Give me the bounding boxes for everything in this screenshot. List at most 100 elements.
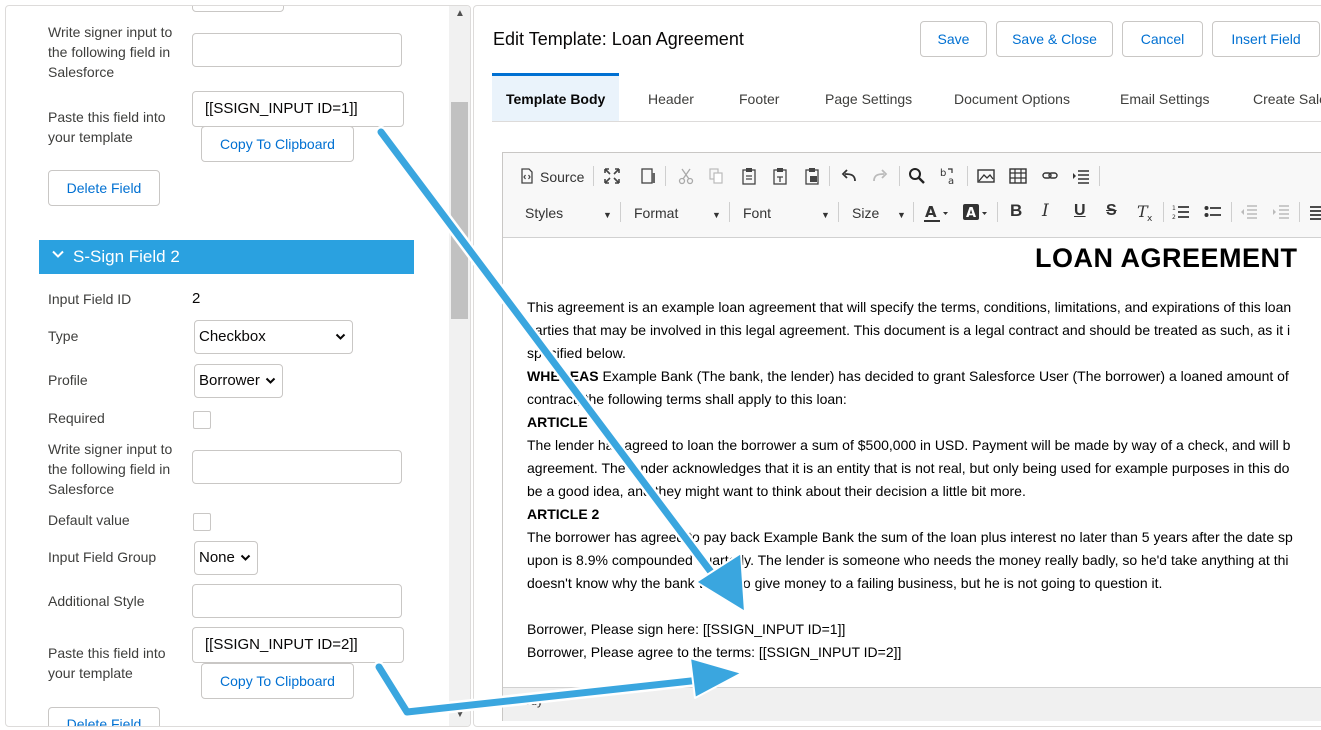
document-line: agreement. The lender acknowledges that … bbox=[527, 460, 1290, 476]
type-select[interactable]: Checkbox bbox=[194, 320, 353, 354]
cutoff-input[interactable] bbox=[192, 6, 284, 12]
svg-text:A: A bbox=[925, 203, 937, 221]
source-button[interactable]: Source bbox=[540, 168, 584, 186]
paste-word-icon[interactable] bbox=[803, 167, 821, 190]
document-line: upon is 8.9% compounded quarterly. The l… bbox=[527, 552, 1289, 568]
chevron-down-icon bbox=[265, 365, 276, 410]
article-1-heading: ARTICLE bbox=[527, 414, 588, 430]
cancel-button[interactable]: Cancel bbox=[1122, 21, 1203, 57]
preview-icon[interactable] bbox=[639, 167, 657, 190]
merge-code-field-2[interactable]: [[SSIGN_INPUT ID=2]] bbox=[192, 627, 404, 663]
maximize-icon[interactable] bbox=[603, 167, 621, 190]
tab-footer[interactable]: Footer bbox=[739, 73, 779, 121]
input-field-id-label: Input Field ID bbox=[48, 291, 132, 307]
tab-template-body[interactable]: Template Body bbox=[492, 73, 620, 121]
scrollbar[interactable]: ▲ ▼ bbox=[449, 6, 470, 726]
svg-text:2: 2 bbox=[1172, 214, 1176, 221]
insert-field-button[interactable]: Insert Field bbox=[1212, 21, 1320, 57]
additional-style-input[interactable] bbox=[192, 584, 402, 618]
italic-icon[interactable]: I bbox=[1042, 202, 1049, 220]
salesforce-field-input-1[interactable] bbox=[192, 33, 402, 67]
copy-icon[interactable] bbox=[707, 167, 725, 190]
toolbar-divider bbox=[997, 202, 998, 222]
profile-select[interactable]: Borrower bbox=[194, 364, 283, 398]
required-label: Required bbox=[48, 410, 105, 426]
toolbar-divider bbox=[967, 166, 968, 186]
tab-document-options[interactable]: Document Options bbox=[954, 73, 1070, 121]
element-path[interactable]: body bbox=[517, 694, 543, 708]
cut-icon[interactable] bbox=[677, 167, 695, 190]
save-close-button[interactable]: Save & Close bbox=[996, 21, 1113, 57]
source-icon[interactable] bbox=[520, 168, 534, 189]
table-icon[interactable] bbox=[1009, 167, 1027, 190]
redo-icon[interactable] bbox=[871, 167, 889, 190]
scroll-down-arrow-icon[interactable]: ▼ bbox=[455, 710, 465, 720]
image-icon[interactable] bbox=[977, 167, 995, 190]
default-value-checkbox[interactable] bbox=[193, 513, 211, 531]
chevron-down-icon: ▼ bbox=[712, 210, 721, 220]
bulleted-list-icon[interactable] bbox=[1204, 203, 1222, 226]
remove-format-icon[interactable]: Tx bbox=[1135, 202, 1155, 227]
tab-page-settings[interactable]: Page Settings bbox=[825, 73, 912, 121]
chevron-down-icon: ▼ bbox=[897, 210, 906, 220]
size-dropdown[interactable]: Size ▼ bbox=[852, 204, 907, 222]
input-field-group-select[interactable]: None bbox=[194, 541, 258, 575]
text-color-icon[interactable]: A bbox=[923, 203, 949, 228]
font-label: Font bbox=[743, 205, 772, 221]
strike-icon[interactable]: S bbox=[1106, 202, 1117, 220]
indent-block-icon[interactable] bbox=[1272, 203, 1290, 226]
align-icon[interactable] bbox=[1309, 203, 1321, 226]
profile-label: Profile bbox=[48, 372, 88, 388]
outdent-icon[interactable] bbox=[1240, 203, 1258, 226]
font-dropdown[interactable]: Font ▼ bbox=[743, 204, 831, 222]
section-header-field-2[interactable]: S-Sign Field 2 bbox=[39, 240, 414, 274]
toolbar-divider bbox=[838, 202, 839, 222]
paste-text-icon[interactable] bbox=[771, 167, 789, 190]
document-line: The borrower has agreed to pay back Exam… bbox=[527, 529, 1293, 545]
rich-text-editor: Source b a Styles ▼ Format ▼ Font ▼ Size… bbox=[502, 152, 1321, 721]
toolbar-divider bbox=[899, 166, 900, 186]
bold-icon[interactable]: B bbox=[1010, 202, 1022, 220]
scroll-up-arrow-icon[interactable]: ▲ bbox=[455, 9, 465, 19]
tab-create-sale[interactable]: Create Sale bbox=[1253, 73, 1321, 121]
merge-code-field-1[interactable]: [[SSIGN_INPUT ID=1]] bbox=[192, 91, 404, 127]
input-field-id-value: 2 bbox=[192, 290, 201, 307]
field-settings-content: Write signer input to the following fiel… bbox=[6, 6, 450, 726]
chevron-down-icon bbox=[51, 247, 65, 264]
tab-email-settings[interactable]: Email Settings bbox=[1120, 73, 1209, 121]
styles-label: Styles bbox=[525, 205, 564, 221]
whereas-paragraph: WHEREAS Example Bank (The bank, the lend… bbox=[527, 365, 1289, 388]
save-button[interactable]: Save bbox=[920, 21, 987, 57]
styles-dropdown[interactable]: Styles ▼ bbox=[525, 204, 613, 222]
document-line: This agreement is an example loan agreem… bbox=[527, 299, 1292, 315]
delete-field-button-2[interactable]: Delete Field bbox=[48, 707, 160, 726]
document-line: be a good idea, and they might want to t… bbox=[527, 483, 1026, 499]
tab-header[interactable]: Header bbox=[648, 73, 694, 121]
copy-to-clipboard-button-1[interactable]: Copy To Clipboard bbox=[201, 126, 354, 162]
paste-icon[interactable] bbox=[740, 167, 758, 190]
undo-icon[interactable] bbox=[840, 167, 858, 190]
required-checkbox[interactable] bbox=[193, 411, 211, 429]
bg-color-icon[interactable]: A bbox=[962, 203, 988, 228]
indent-icon[interactable] bbox=[1072, 167, 1090, 190]
numbered-list-icon[interactable]: 12 bbox=[1172, 203, 1190, 226]
whereas-text: Example Bank (The bank, the lender) has … bbox=[598, 368, 1289, 384]
chevron-down-icon bbox=[240, 542, 251, 587]
page-title: Edit Template: Loan Agreement bbox=[493, 29, 744, 49]
document-body[interactable]: LOAN AGREEMENT This agreement is an exam… bbox=[527, 237, 1321, 687]
delete-field-button-1[interactable]: Delete Field bbox=[48, 170, 160, 206]
replace-icon[interactable]: ba bbox=[939, 166, 959, 191]
toolbar-divider bbox=[665, 166, 666, 186]
format-dropdown[interactable]: Format ▼ bbox=[634, 204, 722, 222]
salesforce-field-input-2[interactable] bbox=[192, 450, 402, 484]
scrollbar-thumb[interactable] bbox=[451, 102, 468, 319]
underline-icon[interactable]: U bbox=[1074, 202, 1086, 220]
find-icon[interactable] bbox=[908, 167, 926, 190]
article-2-heading: ARTICLE 2 bbox=[527, 506, 600, 522]
write-signer-label-1: Write signer input to the following fiel… bbox=[48, 24, 173, 80]
toolbar-divider bbox=[729, 202, 730, 222]
copy-to-clipboard-button-2[interactable]: Copy To Clipboard bbox=[201, 663, 354, 699]
link-icon[interactable] bbox=[1041, 167, 1059, 190]
toolbar-divider bbox=[1163, 202, 1164, 222]
paste-field-label-1: Paste this field into your template bbox=[48, 109, 166, 145]
